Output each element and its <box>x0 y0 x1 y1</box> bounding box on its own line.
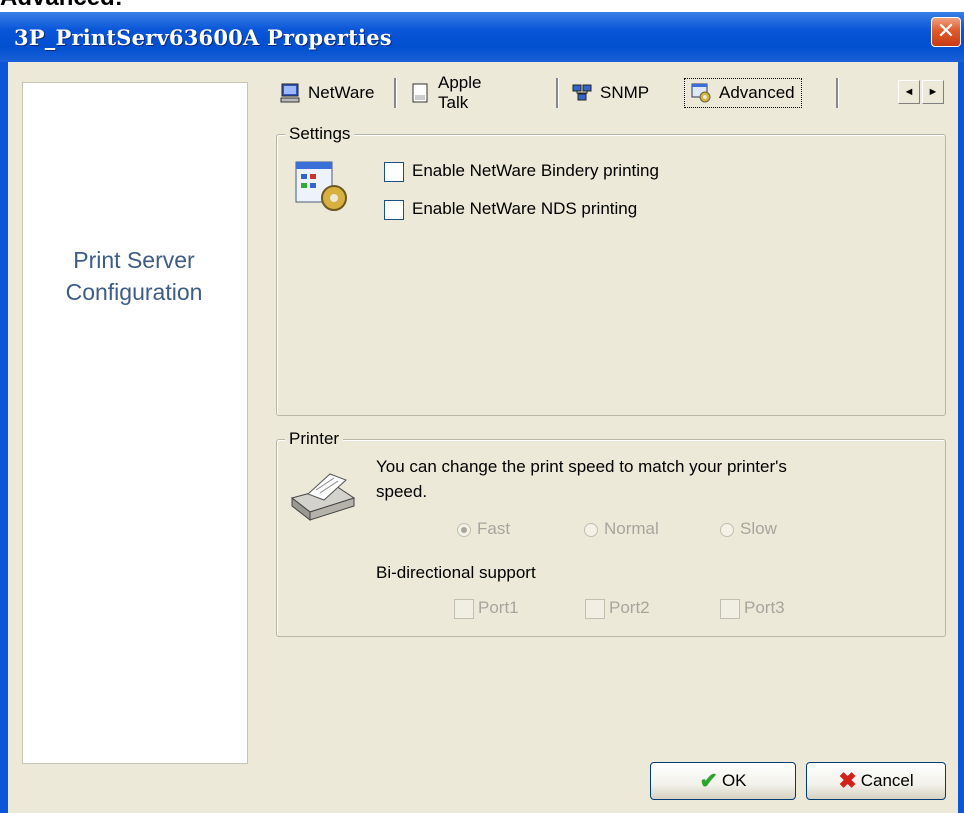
speed-fast-label: Fast <box>477 519 511 538</box>
side-title-line2: Configuration <box>65 279 203 305</box>
side-title-line1: Print Server <box>73 247 195 273</box>
cancel-button-label: Cancel <box>860 771 914 790</box>
bidirectional-support-label: Bi-directional support <box>376 563 536 582</box>
window-title: 3P_PrintServ63600A Properties <box>14 25 392 50</box>
port3-checkbox[interactable] <box>720 599 740 619</box>
close-button[interactable]: ✕ <box>931 17 961 47</box>
speed-slow-label: Slow <box>740 519 777 538</box>
port3-label: Port3 <box>744 598 785 617</box>
page-heading: Advanced: <box>0 0 123 10</box>
tab-separator <box>556 78 559 108</box>
settings-legend: Settings <box>285 124 355 144</box>
speed-normal-radio[interactable] <box>584 523 598 537</box>
window-border-right <box>958 62 964 813</box>
bindery-printing-label: Enable NetWare Bindery printing <box>412 161 659 180</box>
printer-legend: Printer <box>285 429 344 449</box>
settings-app-icon <box>294 160 352 214</box>
tab-snmp-label: SNMP <box>600 83 650 102</box>
tab-scroll-left-button[interactable]: ◄ <box>898 80 920 104</box>
tab-advanced-label: Advanced <box>719 83 795 102</box>
speed-fast-radio[interactable] <box>457 523 471 537</box>
ok-button-label: OK <box>721 771 747 790</box>
bindery-printing-checkbox[interactable] <box>384 162 404 182</box>
document-icon <box>410 83 430 103</box>
tab-advanced[interactable]: Advanced <box>684 78 802 108</box>
tab-snmp[interactable]: SNMP <box>572 76 649 110</box>
port1-label: Port1 <box>478 598 519 617</box>
settings-icon <box>691 83 711 103</box>
nds-printing-checkbox[interactable] <box>384 200 404 220</box>
tab-scroll-right-button[interactable]: ► <box>922 80 944 104</box>
tab-apple-talk-label: Apple Talk <box>438 73 482 112</box>
window-border-left <box>0 62 8 813</box>
x-icon: ✖ <box>838 768 857 793</box>
tab-apple-talk[interactable]: Apple Talk <box>410 73 482 112</box>
side-panel-title: Print Server Configuration <box>22 244 246 308</box>
radio-selected-dot <box>461 527 467 533</box>
close-icon: ✕ <box>936 19 956 44</box>
speed-slow-radio[interactable] <box>720 523 734 537</box>
tab-netware[interactable]: NetWare <box>280 76 374 110</box>
tab-separator <box>836 78 839 108</box>
printer-description-line2: speed. <box>376 482 428 501</box>
computer-icon <box>280 83 300 103</box>
cancel-button[interactable]: ✖ Cancel <box>806 762 946 800</box>
checkmark-icon: ✔ <box>699 768 718 793</box>
tab-scroll: ◄ ► <box>898 80 948 106</box>
port2-checkbox[interactable] <box>585 599 605 619</box>
port1-checkbox[interactable] <box>454 599 474 619</box>
printer-description-line1: You can change the print speed to match … <box>376 457 787 476</box>
port2-label: Port2 <box>609 598 650 617</box>
side-panel <box>22 82 248 764</box>
printer-icon <box>288 468 358 522</box>
network-icon <box>572 83 592 103</box>
tab-netware-label: NetWare <box>308 83 375 102</box>
ok-button[interactable]: ✔ OK <box>650 762 796 800</box>
nds-printing-label: Enable NetWare NDS printing <box>412 199 638 218</box>
tab-separator <box>394 78 397 108</box>
speed-normal-label: Normal <box>604 519 659 538</box>
